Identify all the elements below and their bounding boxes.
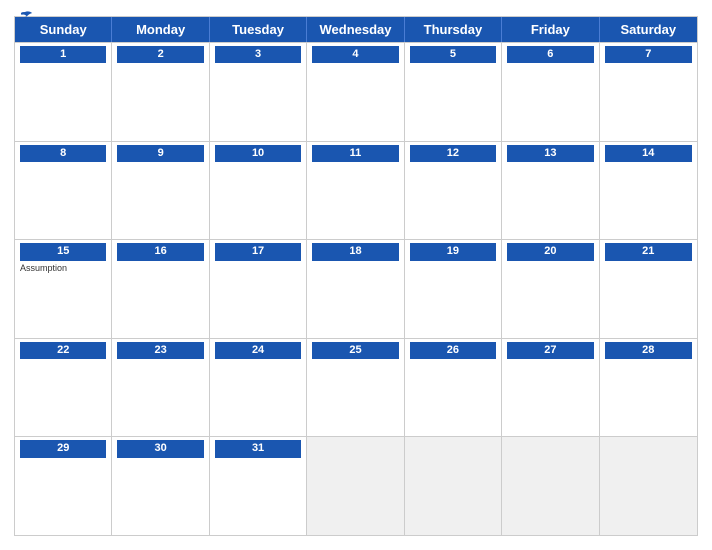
day-header-saturday: Saturday [600, 17, 697, 42]
day-cell-13: 13 [502, 142, 599, 240]
day-number: 19 [410, 243, 496, 260]
day-cell-30: 30 [112, 437, 209, 535]
day-cell-empty [600, 437, 697, 535]
day-header-wednesday: Wednesday [307, 17, 404, 42]
day-header-monday: Monday [112, 17, 209, 42]
day-number: 26 [410, 342, 496, 359]
day-cell-8: 8 [15, 142, 112, 240]
day-cell-19: 19 [405, 240, 502, 338]
day-cell-empty [307, 437, 404, 535]
day-number: 13 [507, 145, 593, 162]
day-number: 21 [605, 243, 692, 260]
day-number: 4 [312, 46, 398, 63]
day-cell-6: 6 [502, 43, 599, 141]
day-number: 9 [117, 145, 203, 162]
day-cell-4: 4 [307, 43, 404, 141]
day-cell-23: 23 [112, 339, 209, 437]
day-header-thursday: Thursday [405, 17, 502, 42]
day-cell-16: 16 [112, 240, 209, 338]
day-number: 18 [312, 243, 398, 260]
week-row-5: 29 30 31 [15, 436, 697, 535]
day-number: 6 [507, 46, 593, 63]
day-number: 23 [117, 342, 203, 359]
day-number: 1 [20, 46, 106, 63]
day-cell-27: 27 [502, 339, 599, 437]
day-cell-2: 2 [112, 43, 209, 141]
day-cell-1: 1 [15, 43, 112, 141]
week-row-4: 22 23 24 25 26 27 28 [15, 338, 697, 437]
day-cell-empty [502, 437, 599, 535]
day-cell-5: 5 [405, 43, 502, 141]
day-cell-12: 12 [405, 142, 502, 240]
week-row-1: 1234567 [15, 42, 697, 141]
weeks-container: 123456789101112131415Assumption161718192… [15, 42, 697, 535]
day-headers-row: SundayMondayTuesdayWednesdayThursdayFrid… [15, 17, 697, 42]
day-number: 22 [20, 342, 106, 359]
day-cell-24: 24 [210, 339, 307, 437]
day-cell-11: 11 [307, 142, 404, 240]
day-cell-21: 21 [600, 240, 697, 338]
day-cell-3: 3 [210, 43, 307, 141]
day-cell-14: 14 [600, 142, 697, 240]
week-row-2: 89 10 11 12 13 14 [15, 141, 697, 240]
day-number: 3 [215, 46, 301, 63]
day-cell-18: 18 [307, 240, 404, 338]
day-cell-26: 26 [405, 339, 502, 437]
day-number: 17 [215, 243, 301, 260]
day-number: 27 [507, 342, 593, 359]
day-number: 16 [117, 243, 203, 260]
day-number: 30 [117, 440, 203, 457]
day-cell-empty [405, 437, 502, 535]
day-cell-10: 10 [210, 142, 307, 240]
day-cell-9: 9 [112, 142, 209, 240]
day-cell-28: 28 [600, 339, 697, 437]
day-cell-22: 22 [15, 339, 112, 437]
day-number: 14 [605, 145, 692, 162]
day-number: 15 [20, 243, 106, 260]
day-number: 24 [215, 342, 301, 359]
day-cell-17: 17 [210, 240, 307, 338]
day-number: 25 [312, 342, 398, 359]
day-header-tuesday: Tuesday [210, 17, 307, 42]
day-number: 8 [20, 145, 106, 162]
logo-bird-icon [16, 10, 34, 24]
calendar-grid: SundayMondayTuesdayWednesdayThursdayFrid… [14, 16, 698, 536]
week-row-3: 15 Assumption 16 17 18 19 20 21 [15, 239, 697, 338]
day-number: 2 [117, 46, 203, 63]
day-number: 31 [215, 440, 301, 457]
day-number: 20 [507, 243, 593, 260]
day-cell-25: 25 [307, 339, 404, 437]
day-number: 10 [215, 145, 301, 162]
day-number: 29 [20, 440, 106, 457]
day-cell-31: 31 [210, 437, 307, 535]
day-header-friday: Friday [502, 17, 599, 42]
logo-blue-text [14, 10, 34, 24]
day-cell-20: 20 [502, 240, 599, 338]
day-number: 11 [312, 145, 398, 162]
day-number: 5 [410, 46, 496, 63]
day-cell-15: 15 Assumption [15, 240, 112, 338]
holiday-label: Assumption [20, 263, 106, 273]
day-cell-29: 29 [15, 437, 112, 535]
day-number: 28 [605, 342, 692, 359]
day-number: 7 [605, 46, 692, 63]
day-number: 12 [410, 145, 496, 162]
logo [14, 10, 34, 24]
calendar-container: SundayMondayTuesdayWednesdayThursdayFrid… [0, 0, 712, 550]
day-cell-7: 7 [600, 43, 697, 141]
